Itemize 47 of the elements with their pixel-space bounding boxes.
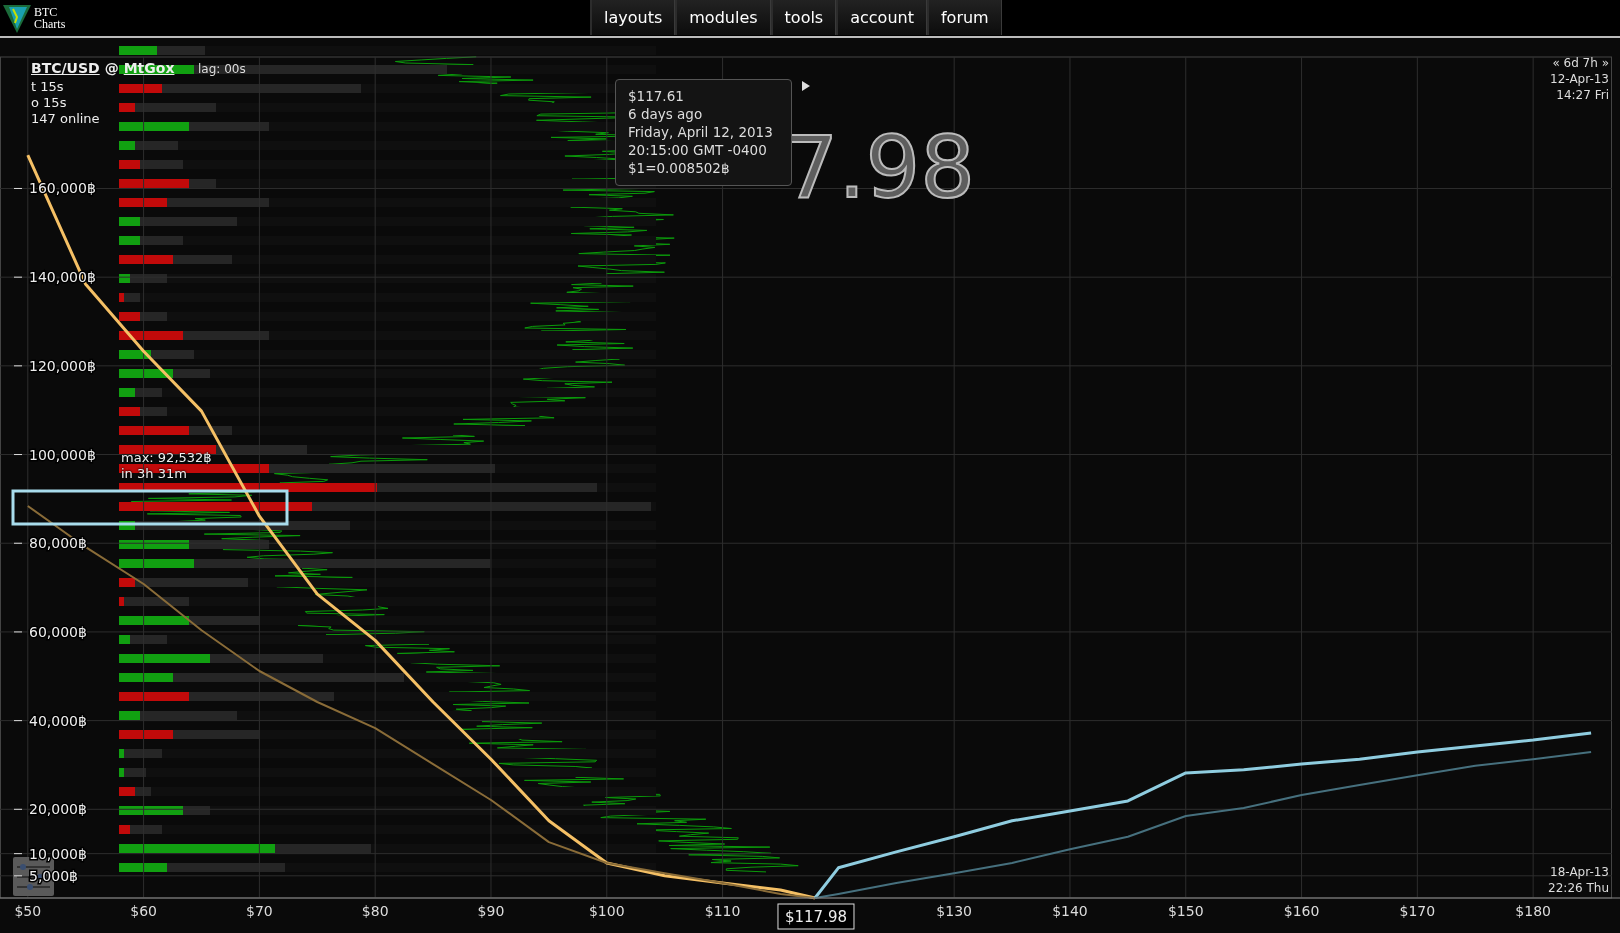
status-text: 147 online <box>31 111 100 127</box>
nav-tab[interactable]: tools <box>770 0 837 35</box>
axis-label: $70 <box>246 903 273 919</box>
nav-tab[interactable]: layouts <box>590 0 676 35</box>
axis-label: $150 <box>1167 903 1204 919</box>
nav-tab[interactable]: account <box>836 0 927 35</box>
start-date: 12-Apr-13 <box>1550 72 1609 87</box>
start-time: 14:27 Fri <box>1556 88 1609 103</box>
status-text: t 15s <box>31 79 64 95</box>
big-price: 7.98 <box>783 124 975 210</box>
tooltip-text: 20:15:00 GMT -0400 <box>628 142 768 158</box>
price-marker: $117.98 <box>777 903 855 930</box>
axis-label: $170 <box>1399 903 1436 919</box>
axis-label: 10,000฿ <box>29 845 87 862</box>
max-note: max: 92,532฿ <box>121 450 212 466</box>
logo-icon <box>3 3 31 33</box>
axis-label: $90 <box>477 903 505 919</box>
end-time: 22:26 Thu <box>1548 881 1609 896</box>
range-span[interactable]: « 6d 7h » <box>1552 56 1609 71</box>
tooltip-text: $1=0.008502฿ <box>628 160 731 176</box>
axis-label: $130 <box>936 903 972 919</box>
end-date: 18-Apr-13 <box>1550 865 1609 880</box>
axis-label: 100,000฿ <box>29 446 96 463</box>
axis-label: $140 <box>1052 903 1088 919</box>
pair-link[interactable]: BTC/USD <box>31 60 100 77</box>
status-text: o 15s <box>31 95 67 111</box>
lag-label: lag: 00s <box>198 62 246 77</box>
axis-label: 20,000฿ <box>29 801 87 818</box>
axis-label: $180 <box>1515 903 1551 919</box>
axis-label: $80 <box>361 903 389 919</box>
nav-tab[interactable]: forum <box>926 0 1002 35</box>
axis-label: 5,000฿ <box>29 867 78 884</box>
axis-label: $110 <box>704 903 741 919</box>
axis-label: $50 <box>14 903 42 919</box>
tooltip-text: 6 days ago <box>628 106 704 122</box>
tooltip-text: Friday, April 12, 2013 <box>628 124 774 140</box>
nav-tab[interactable]: modules <box>675 0 771 35</box>
pointer-icon <box>801 80 811 92</box>
axis-label: 120,000฿ <box>29 357 96 374</box>
tooltip-text: $117.61 <box>628 88 685 104</box>
axis-label: $160 <box>1283 903 1320 919</box>
at-sign: @ <box>104 60 119 77</box>
axis-label: $100 <box>588 903 625 919</box>
axis-label: $60 <box>130 903 157 919</box>
axis-label: 60,000฿ <box>29 623 87 640</box>
axis-label: 40,000฿ <box>29 712 87 729</box>
logo-text: BTC Charts <box>34 6 66 30</box>
